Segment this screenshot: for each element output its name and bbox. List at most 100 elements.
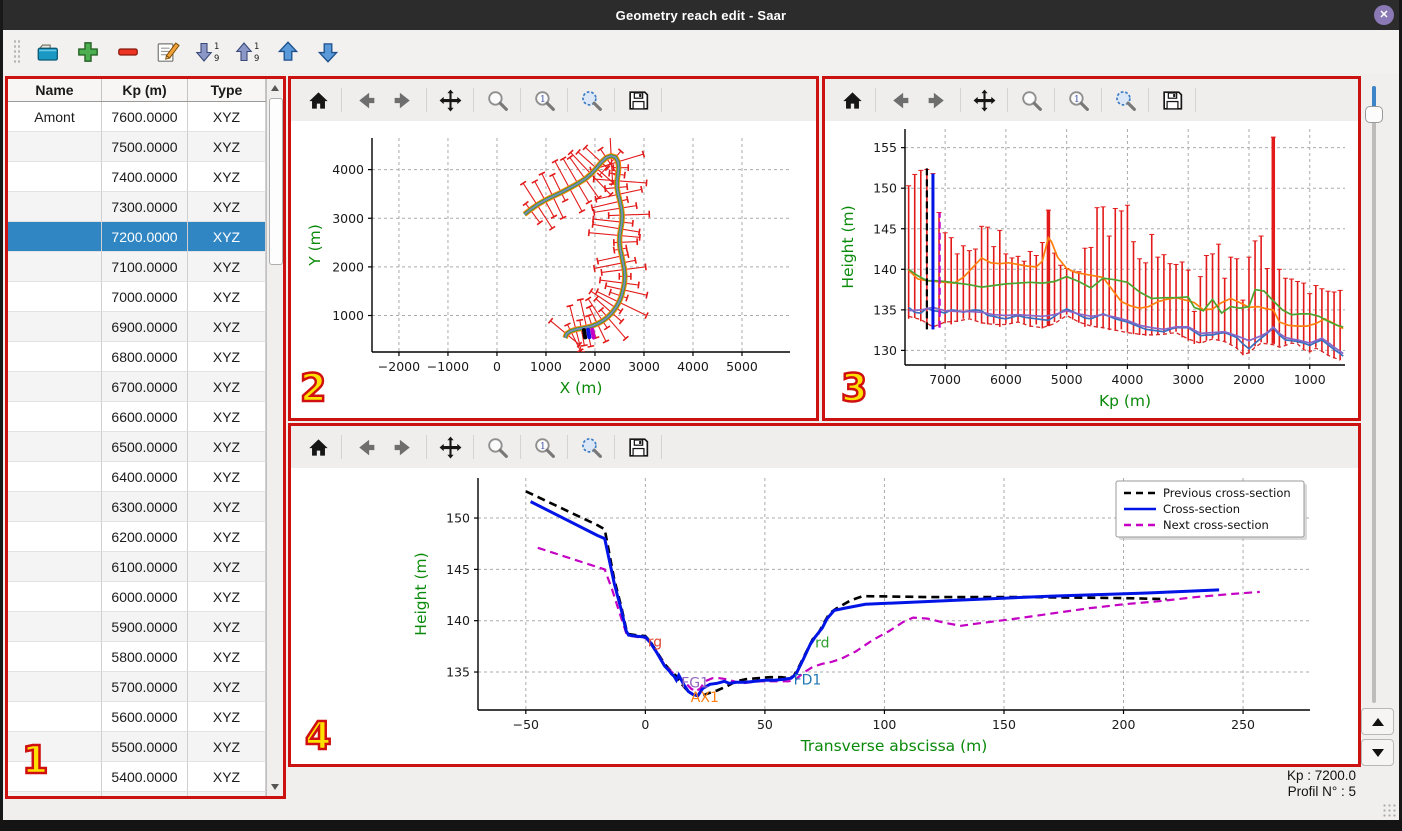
header-name[interactable]: Name bbox=[8, 79, 102, 101]
back-button[interactable] bbox=[348, 84, 382, 116]
slider-handle[interactable] bbox=[1365, 106, 1383, 123]
header-type[interactable]: Type bbox=[188, 79, 266, 101]
table-cell: XYZ bbox=[188, 342, 266, 372]
svg-text:Height (m): Height (m) bbox=[839, 205, 857, 288]
pan-button[interactable] bbox=[433, 84, 467, 116]
save-button[interactable] bbox=[621, 84, 655, 116]
plan-view-chart[interactable]: −2000 −1000 0 1000 2000 3000 4000 5000 1000 2000 3… bbox=[291, 121, 816, 418]
table-row[interactable]: 5900.0000 XYZ bbox=[8, 612, 266, 642]
profile-position-slider[interactable] bbox=[1372, 86, 1376, 703]
table-row[interactable]: 7000.0000 XYZ bbox=[8, 282, 266, 312]
title-bar[interactable]: Geometry reach edit - Saar ✕ bbox=[0, 0, 1402, 30]
table-row[interactable]: 6300.0000 XYZ bbox=[8, 492, 266, 522]
svg-text:X (m): X (m) bbox=[560, 379, 603, 397]
toolbar-separator bbox=[473, 435, 474, 459]
back-button[interactable] bbox=[882, 84, 916, 116]
table-row[interactable]: 5600.0000 XYZ bbox=[8, 702, 266, 732]
table-row[interactable]: 7200.0000 XYZ bbox=[8, 222, 266, 252]
table-row[interactable]: 7100.0000 XYZ bbox=[8, 252, 266, 282]
home-icon bbox=[308, 91, 328, 109]
plan-view-panel: 1 −2000 −1000 0 1000 2000 3000 4000 5000 1000 200… bbox=[288, 76, 819, 421]
scrollbar-thumb[interactable] bbox=[269, 98, 283, 265]
toolbar-separator bbox=[473, 88, 474, 112]
forward-arrow-icon bbox=[928, 92, 944, 108]
table-cell: 5600.0000 bbox=[102, 702, 188, 732]
zoom-original-button[interactable]: 1 bbox=[1061, 84, 1095, 116]
svg-text:−50: −50 bbox=[513, 717, 539, 732]
table-row[interactable]: 6800.0000 XYZ bbox=[8, 342, 266, 372]
table-row[interactable]: 6600.0000 XYZ bbox=[8, 402, 266, 432]
table-row[interactable]: 6100.0000 XYZ bbox=[8, 552, 266, 582]
move-down-button[interactable] bbox=[313, 37, 343, 67]
back-button[interactable] bbox=[348, 431, 382, 463]
table-row[interactable]: 7500.0000 XYZ bbox=[8, 132, 266, 162]
table-scrollbar[interactable] bbox=[266, 79, 283, 796]
svg-text:135: 135 bbox=[446, 665, 470, 680]
zoom-button[interactable] bbox=[480, 84, 514, 116]
zoom-button[interactable] bbox=[480, 431, 514, 463]
svg-text:100: 100 bbox=[873, 717, 897, 732]
zoom-original-button[interactable]: 1 bbox=[527, 431, 561, 463]
svg-text:Previous cross-section: Previous cross-section bbox=[1163, 486, 1291, 500]
previous-profile-button[interactable] bbox=[1361, 708, 1394, 735]
toolbar-grip[interactable] bbox=[13, 38, 21, 65]
zoom-region-button[interactable] bbox=[574, 431, 608, 463]
scroll-up-button[interactable] bbox=[268, 80, 282, 96]
svg-text:4000: 4000 bbox=[1112, 372, 1144, 387]
svg-text:1: 1 bbox=[539, 440, 545, 451]
table-cell: 7600.0000 bbox=[102, 102, 188, 132]
home-button[interactable] bbox=[835, 84, 869, 116]
table-cell: XYZ bbox=[188, 162, 266, 192]
table-cell bbox=[8, 522, 102, 552]
zoom-region-button[interactable] bbox=[1108, 84, 1142, 116]
pan-button[interactable] bbox=[967, 84, 1001, 116]
remove-button[interactable] bbox=[113, 37, 143, 67]
forward-button[interactable] bbox=[386, 84, 420, 116]
table-row[interactable]: 6000.0000 XYZ bbox=[8, 582, 266, 612]
home-button[interactable] bbox=[301, 431, 335, 463]
table-row[interactable]: 6900.0000 XYZ bbox=[8, 312, 266, 342]
open-button[interactable] bbox=[33, 37, 63, 67]
svg-text:150: 150 bbox=[873, 181, 897, 196]
zoom-region-button[interactable] bbox=[574, 84, 608, 116]
sort-descending-button[interactable]: 1 9 bbox=[193, 37, 223, 67]
sort-desc-icon: 1 9 bbox=[195, 42, 219, 64]
forward-button[interactable] bbox=[386, 431, 420, 463]
table-row[interactable]: 6400.0000 XYZ bbox=[8, 462, 266, 492]
long-profile-chart[interactable]: 7000 6000 5000 4000 3000 2000 1000 130 135 140 145… bbox=[825, 121, 1358, 418]
forward-button[interactable] bbox=[920, 84, 954, 116]
toolbar-separator bbox=[1148, 88, 1149, 112]
toolbar-separator bbox=[520, 435, 521, 459]
resize-grip[interactable] bbox=[1382, 803, 1396, 817]
home-button[interactable] bbox=[301, 84, 335, 116]
cross-section-chart[interactable]: −50 0 50 100 150 200 250 135 140 145 150 Transverse… bbox=[291, 468, 1358, 764]
svg-text:4000: 4000 bbox=[332, 162, 364, 177]
table-row[interactable]: 5700.0000 XYZ bbox=[8, 672, 266, 702]
next-profile-button[interactable] bbox=[1361, 739, 1394, 766]
table-row[interactable]: 7400.0000 XYZ bbox=[8, 162, 266, 192]
pan-button[interactable] bbox=[433, 431, 467, 463]
table-row[interactable]: 7300.0000 XYZ bbox=[8, 192, 266, 222]
add-button[interactable] bbox=[73, 37, 103, 67]
move-up-button[interactable] bbox=[273, 37, 303, 67]
table-row[interactable]: 6500.0000 XYZ bbox=[8, 432, 266, 462]
table-row[interactable]: 6200.0000 XYZ bbox=[8, 522, 266, 552]
table-row[interactable]: 5300.0000XYZ bbox=[8, 792, 266, 796]
long-profile-toolbar: 1 bbox=[825, 79, 1358, 121]
table-row[interactable]: Amont 7600.0000 XYZ bbox=[8, 102, 266, 132]
table-cell bbox=[8, 702, 102, 732]
table-row[interactable]: 6700.0000 XYZ bbox=[8, 372, 266, 402]
scroll-down-button[interactable] bbox=[268, 779, 282, 795]
table-cell: 7200.0000 bbox=[102, 222, 188, 252]
svg-text:9: 9 bbox=[214, 54, 219, 64]
sort-ascending-button[interactable]: 1 9 bbox=[233, 37, 263, 67]
close-button[interactable]: ✕ bbox=[1374, 5, 1394, 25]
save-button[interactable] bbox=[1155, 84, 1189, 116]
zoom-button[interactable] bbox=[1014, 84, 1048, 116]
save-button[interactable] bbox=[621, 431, 655, 463]
zoom-original-button[interactable]: 1 bbox=[527, 84, 561, 116]
header-kp[interactable]: Kp (m) bbox=[102, 79, 188, 101]
table-row[interactable]: 5800.0000 XYZ bbox=[8, 642, 266, 672]
main-toolbar: 1 9 1 9 bbox=[3, 30, 1399, 73]
edit-button[interactable] bbox=[153, 37, 183, 67]
